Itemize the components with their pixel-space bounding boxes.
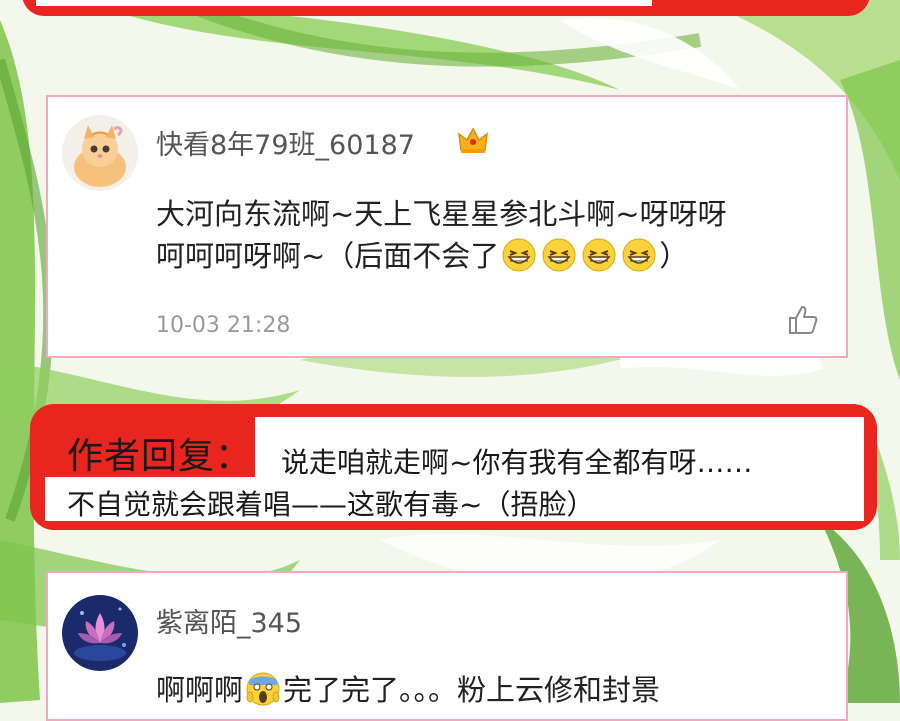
thumbs-up-icon[interactable] (786, 303, 820, 337)
grinning-squint-emoji (542, 238, 576, 272)
username[interactable]: 紫离陌_345 (156, 601, 302, 640)
username[interactable]: 快看8年79班_60187 (156, 123, 415, 162)
crown-icon (458, 127, 488, 153)
comment-text: 大河向东流啊~天上飞星星参北斗啊~呀呀呀 呵呵呵呀啊~（后面不会了 ） (156, 193, 836, 277)
comment-line-2-text: 呵呵呵呀啊~（后面不会了 (156, 239, 500, 273)
author-reply-line-1: 说走咱就走啊~你有我有全都有呀…… (281, 446, 753, 479)
lotus-avatar[interactable] (62, 595, 138, 671)
author-reply-box: 作者回复： 说走咱就走啊~你有我有全都有呀…… 不自觉就会跟着唱——这歌有毒~（… (30, 404, 877, 530)
comment-card: 快看8年79班_60187 大河向东流啊~天上飞星星参北斗啊~呀呀呀 呵呵呵呀啊… (46, 95, 848, 358)
comment-timestamp: 10-03 21:28 (156, 313, 291, 338)
author-reply-inner: 作者回复： 说走咱就走啊~你有我有全都有呀…… 不自觉就会跟着唱——这歌有毒~（… (45, 417, 864, 521)
comment-line-2-end: ） (659, 239, 689, 273)
comment-text-end: 完了完了。。。粉上云修和封景 (283, 673, 661, 707)
grinning-squint-emoji (502, 238, 536, 272)
grinning-squint-emoji (582, 238, 616, 272)
comment-text: 啊啊啊 完了完了。。。粉上云修和封景 (156, 669, 836, 711)
screaming-emoji (246, 672, 280, 706)
kitten-avatar[interactable] (62, 115, 138, 191)
previous-reply-banner-inner (36, 0, 652, 6)
comment-card: 紫离陌_345 啊啊啊 完了完了。。。粉上云修和封景 (46, 571, 848, 721)
comment-text-start: 啊啊啊 (156, 673, 244, 707)
author-reply-label: 作者回复： (67, 436, 253, 477)
comment-line-1: 大河向东流啊~天上飞星星参北斗啊~呀呀呀 (156, 197, 727, 231)
comment-line-2: 呵呵呵呀啊~（后面不会了 ） (156, 235, 836, 277)
author-reply-line-2: 不自觉就会跟着唱——这歌有毒~（捂脸） (67, 488, 595, 521)
grinning-squint-emoji (622, 238, 656, 272)
